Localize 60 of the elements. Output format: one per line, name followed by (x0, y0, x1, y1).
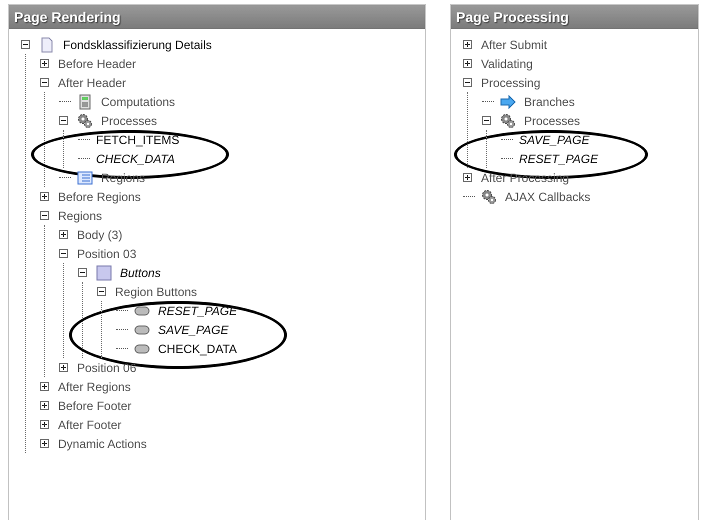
gears-icon (481, 188, 497, 204)
page-icon (39, 36, 55, 52)
collapse-toggle[interactable] (463, 78, 472, 87)
calculator-icon (77, 94, 93, 110)
tree-item[interactable]: SAVE_PAGE (158, 322, 228, 336)
expand-toggle[interactable] (40, 192, 49, 201)
tree-item[interactable]: SAVE_PAGE (519, 132, 590, 146)
tree-item[interactable]: After Regions (58, 380, 131, 394)
tree-item[interactable]: Before Footer (58, 398, 132, 412)
collapse-toggle[interactable] (21, 40, 30, 49)
collapse-toggle[interactable] (97, 287, 106, 296)
tree-item[interactable]: Validating (481, 56, 533, 70)
tree-item[interactable]: Computations (101, 94, 176, 108)
expand-toggle[interactable] (40, 382, 49, 391)
collapse-toggle[interactable] (482, 116, 491, 125)
tree-item[interactable]: Before Header (58, 56, 136, 70)
tree-item[interactable]: Body (3) (77, 228, 122, 242)
tree-item[interactable]: Region Buttons (115, 284, 198, 298)
tree-item[interactable]: CHECK_DATA (96, 152, 175, 166)
expand-toggle[interactable] (40, 401, 49, 410)
tree-item[interactable]: FETCH_ITEMS (96, 132, 180, 146)
expand-toggle[interactable] (40, 59, 49, 68)
collapse-toggle[interactable] (78, 268, 87, 277)
tree-item[interactable]: Regions (101, 170, 146, 184)
panel-title: Page Rendering (9, 5, 425, 29)
tree-item[interactable]: Branches (524, 94, 575, 108)
expand-toggle[interactable] (40, 420, 49, 429)
tree-item[interactable]: AJAX Callbacks (505, 190, 590, 204)
expand-toggle[interactable] (40, 439, 49, 448)
panel-title: Page Processing (451, 5, 698, 29)
tree-item[interactable]: After Processing (481, 170, 570, 184)
tree-item[interactable]: Buttons (120, 266, 161, 280)
expand-toggle[interactable] (59, 363, 68, 372)
collapse-toggle[interactable] (59, 249, 68, 258)
tree-item[interactable]: Processes (524, 114, 580, 128)
expand-toggle[interactable] (463, 40, 472, 49)
tree-item[interactable]: RESET_PAGE (158, 304, 238, 318)
tree-item[interactable]: Fondsklassifizierung Details (63, 38, 212, 52)
tree-item[interactable]: After Footer (58, 418, 122, 432)
tree-item[interactable]: Processes (101, 114, 158, 128)
region-icon (96, 264, 112, 280)
tree-item[interactable]: Before Regions (58, 190, 141, 204)
tree-item[interactable]: Dynamic Actions (58, 436, 147, 450)
gears-icon (77, 112, 93, 128)
arrow-icon (500, 94, 516, 110)
expand-toggle[interactable] (463, 59, 472, 68)
tree-item[interactable]: Position 03 (77, 246, 136, 260)
gears-icon (500, 112, 516, 128)
list-icon (77, 170, 93, 186)
collapse-toggle[interactable] (40, 211, 49, 220)
tree-item[interactable]: After Header (58, 76, 126, 90)
tree-item[interactable]: RESET_PAGE (519, 152, 598, 166)
collapse-toggle[interactable] (40, 78, 49, 87)
tree-item[interactable]: After Submit (481, 38, 548, 52)
tree-item[interactable]: CHECK_DATA (158, 342, 237, 356)
expand-toggle[interactable] (463, 173, 472, 182)
collapse-toggle[interactable] (59, 116, 68, 125)
tree-item[interactable]: Processing (481, 76, 540, 90)
tree-item[interactable]: Regions (58, 208, 102, 222)
expand-toggle[interactable] (59, 230, 68, 239)
